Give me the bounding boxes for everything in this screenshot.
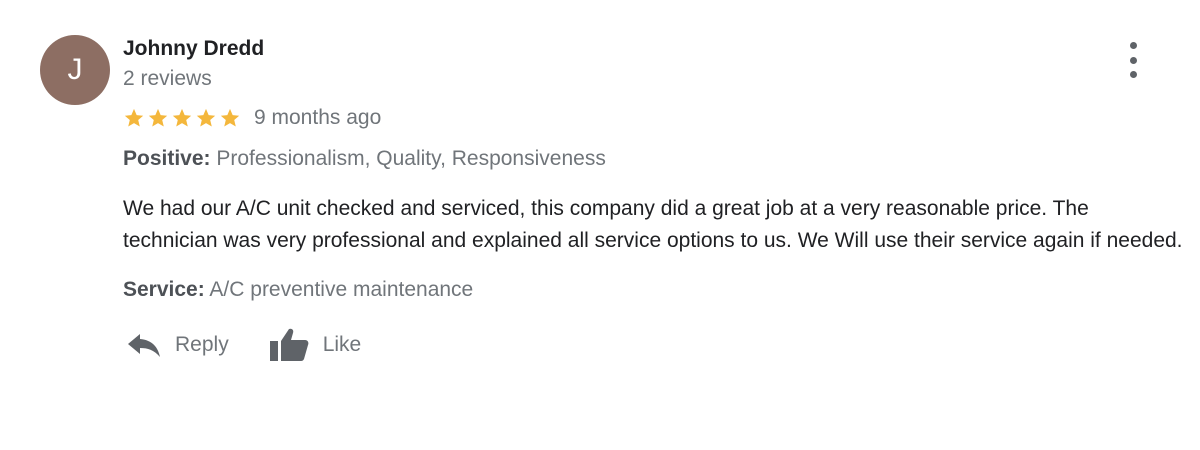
positive-label: Positive: xyxy=(123,147,211,170)
star-icon xyxy=(220,108,240,127)
review-actions: Reply Like xyxy=(127,327,1188,363)
reply-icon xyxy=(128,334,160,357)
avatar[interactable]: J xyxy=(40,35,110,105)
rating-row: 9 months ago xyxy=(123,103,1188,133)
star-rating xyxy=(123,107,241,129)
service-value: A/C preventive maintenance xyxy=(209,278,474,301)
review-card: Johnny Dredd 2 reviews 9 months ago Posi… xyxy=(123,34,1188,363)
review-date: 9 months ago xyxy=(254,106,382,129)
thumbs-up-icon xyxy=(269,328,309,361)
star-icon xyxy=(124,108,144,127)
like-button[interactable]: Like xyxy=(269,327,362,363)
star-icon xyxy=(148,108,168,127)
avatar-initial: J xyxy=(67,53,83,86)
service-label: Service: xyxy=(123,278,205,301)
review-text: We had our A/C unit checked and serviced… xyxy=(123,197,1183,252)
star-icon xyxy=(172,108,192,127)
reviewer-review-count[interactable]: 2 reviews xyxy=(123,64,1188,94)
star-icon xyxy=(196,108,216,127)
reviewer-name[interactable]: Johnny Dredd xyxy=(123,34,1188,64)
like-label: Like xyxy=(322,333,362,356)
service-info: Service: A/C preventive maintenance xyxy=(123,275,1188,305)
positive-value: Professionalism, Quality, Responsiveness xyxy=(216,147,606,170)
reply-label: Reply xyxy=(175,333,229,356)
positive-attributes: Positive: Professionalism, Quality, Resp… xyxy=(123,144,1188,174)
reply-button[interactable]: Reply xyxy=(127,332,229,358)
